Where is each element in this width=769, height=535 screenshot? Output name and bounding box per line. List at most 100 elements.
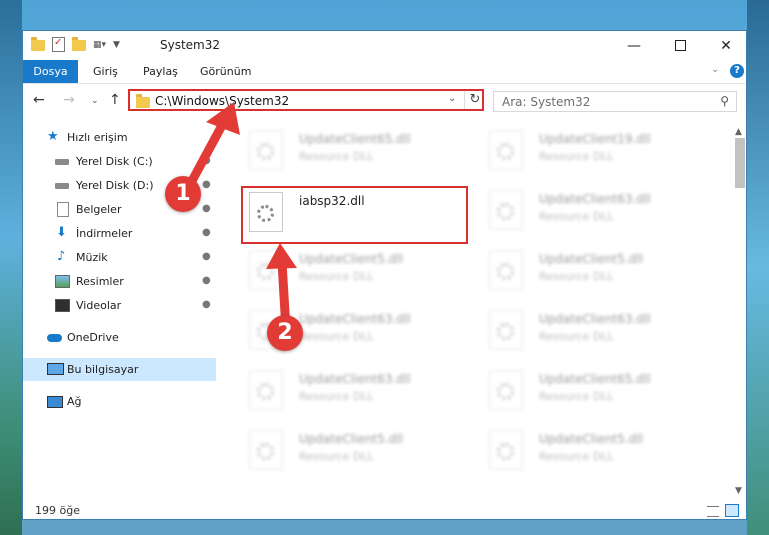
- file-type: Resource DLL: [299, 150, 374, 163]
- download-icon: ⬇: [56, 225, 67, 240]
- close-icon: ✕: [720, 37, 732, 54]
- sidebar-item-label: Bu bilgisayar: [67, 363, 139, 376]
- sidebar-item-videos[interactable]: Videolar ●: [23, 294, 216, 317]
- sidebar-item-music[interactable]: ♪ Müzik ●: [23, 246, 216, 269]
- drive-icon: [55, 159, 69, 165]
- file-type: Resource DLL: [299, 450, 374, 463]
- file-type: Resource DLL: [539, 450, 614, 463]
- address-bar[interactable]: C:\Windows\System32 ⌄ ↻: [128, 89, 484, 111]
- large-icons-view-icon[interactable]: [725, 504, 739, 517]
- sidebar-item-quick-access[interactable]: ★ Hızlı erişim: [23, 126, 216, 149]
- pin-icon[interactable]: ●: [202, 299, 211, 310]
- sidebar-item-label: Müzik: [76, 251, 108, 264]
- sidebar-item-downloads[interactable]: ⬇ İndirmeler ●: [23, 222, 216, 245]
- file-item[interactable]: UpdateClient65.dll Resource DLL: [241, 126, 471, 180]
- file-item[interactable]: UpdateClient63.dll Resource DLL: [481, 186, 711, 240]
- expand-ribbon-icon[interactable]: ⌄: [711, 64, 719, 75]
- maximize-button[interactable]: [657, 31, 703, 60]
- sidebar-item-label: Belgeler: [76, 203, 122, 216]
- sidebar-item-label: Hızlı erişim: [67, 131, 128, 144]
- vertical-scrollbar[interactable]: ▲ ▼: [732, 126, 746, 499]
- tab-home[interactable]: Giriş: [93, 60, 118, 83]
- refresh-icon[interactable]: ↻: [464, 91, 485, 109]
- file-name: UpdateClient63.dll: [299, 372, 411, 386]
- file-item[interactable]: UpdateClient65.dll Resource DLL: [481, 366, 711, 420]
- window-title: System32: [160, 38, 221, 52]
- file-item[interactable]: UpdateClient5.dll Resource DLL: [241, 246, 471, 300]
- pin-icon[interactable]: ●: [202, 203, 211, 214]
- file-type: Resource DLL: [539, 390, 614, 403]
- pin-icon[interactable]: ●: [202, 275, 211, 286]
- pin-icon[interactable]: ●: [202, 155, 211, 166]
- search-placeholder: Ara: System32: [502, 95, 591, 109]
- search-input[interactable]: Ara: System32 ⚲: [493, 91, 737, 112]
- step-badge-2: 2: [267, 315, 303, 351]
- pin-icon[interactable]: ●: [202, 227, 211, 238]
- file-name: UpdateClient5.dll: [539, 252, 643, 266]
- file-type: Resource DLL: [539, 210, 614, 223]
- ribbon: Dosya Giriş Paylaş Görünüm ⌄ ?: [23, 60, 746, 84]
- tab-share[interactable]: Paylaş: [143, 60, 178, 83]
- address-path[interactable]: C:\Windows\System32: [155, 94, 289, 108]
- explorer-window: ▦▾ ▼ System32 — ✕ Dosya Giriş Paylaş Gör…: [22, 30, 747, 520]
- file-item[interactable]: UpdateClient5.dll Resource DLL: [481, 246, 711, 300]
- sidebar-item-label: OneDrive: [67, 331, 119, 344]
- file-item[interactable]: UpdateClient19.dll Resource DLL: [481, 126, 711, 180]
- search-icon: ⚲: [720, 94, 729, 108]
- videos-icon: [55, 299, 70, 312]
- sidebar-item-label: Yerel Disk (D:): [76, 179, 154, 192]
- file-name: UpdateClient63.dll: [539, 312, 651, 326]
- this-pc-icon: [47, 363, 64, 375]
- quick-access-toolbar: ▦▾ ▼: [31, 37, 120, 52]
- minimize-button[interactable]: —: [611, 31, 657, 60]
- file-item[interactable]: UpdateClient63.dll Resource DLL: [241, 366, 471, 420]
- address-dropdown-icon[interactable]: ⌄: [448, 93, 456, 104]
- desktop-background-left: [0, 0, 22, 535]
- scroll-thumb[interactable]: [735, 138, 745, 188]
- sidebar-item-label: Ağ: [67, 395, 82, 408]
- tab-file[interactable]: Dosya: [23, 60, 78, 83]
- pin-icon[interactable]: ●: [202, 251, 211, 262]
- dll-file-icon: [249, 430, 283, 470]
- step-badge-1: 1: [165, 176, 201, 212]
- sidebar-item-network[interactable]: Ağ: [23, 390, 216, 413]
- file-name: UpdateClient5.dll: [299, 252, 403, 266]
- properties-icon[interactable]: [52, 37, 65, 52]
- forward-arrow-icon[interactable]: →: [63, 92, 75, 108]
- scroll-up-icon[interactable]: ▲: [735, 127, 742, 137]
- close-button[interactable]: ✕: [703, 31, 746, 60]
- documents-icon: [57, 202, 69, 217]
- sidebar-item-this-pc[interactable]: Bu bilgisayar: [23, 358, 216, 381]
- sidebar-item-onedrive[interactable]: OneDrive: [23, 326, 216, 349]
- file-type: Resource DLL: [299, 390, 374, 403]
- up-arrow-icon[interactable]: ↑: [109, 92, 121, 108]
- sidebar-item-pictures[interactable]: Resimler ●: [23, 270, 216, 293]
- folder-icon: [31, 37, 45, 51]
- scroll-down-icon[interactable]: ▼: [735, 486, 742, 496]
- file-list: UpdateClient65.dll Resource DLL UpdateCl…: [231, 126, 736, 494]
- customize-toolbar-icon[interactable]: ▦▾: [93, 40, 106, 50]
- details-view-icon[interactable]: [707, 506, 719, 517]
- new-folder-icon[interactable]: [72, 37, 86, 51]
- dll-file-icon: [489, 190, 523, 230]
- desktop-background-right: [747, 0, 769, 535]
- dll-file-icon: [489, 250, 523, 290]
- file-type: Resource DLL: [539, 330, 614, 343]
- file-type: Resource DLL: [299, 330, 374, 343]
- tab-view[interactable]: Görünüm: [200, 60, 251, 83]
- file-name: UpdateClient5.dll: [539, 432, 643, 446]
- dll-file-icon: [489, 310, 523, 350]
- recent-locations-icon[interactable]: ⌄: [91, 96, 99, 106]
- help-icon[interactable]: ?: [730, 64, 744, 78]
- toolbar-dropdown-icon[interactable]: ▼: [113, 40, 120, 50]
- dll-file-icon: [489, 430, 523, 470]
- file-item[interactable]: UpdateClient63.dll Resource DLL: [481, 306, 711, 360]
- sidebar-item-label: Videolar: [76, 299, 122, 312]
- title-bar: ▦▾ ▼ System32 — ✕: [23, 31, 746, 60]
- sidebar-item-disk-c[interactable]: Yerel Disk (C:) ●: [23, 150, 216, 173]
- file-type: Resource DLL: [539, 150, 614, 163]
- file-item[interactable]: UpdateClient5.dll Resource DLL: [481, 426, 711, 480]
- file-item[interactable]: UpdateClient5.dll Resource DLL: [241, 426, 471, 480]
- back-arrow-icon[interactable]: ←: [33, 92, 45, 108]
- pin-icon[interactable]: ●: [202, 179, 211, 190]
